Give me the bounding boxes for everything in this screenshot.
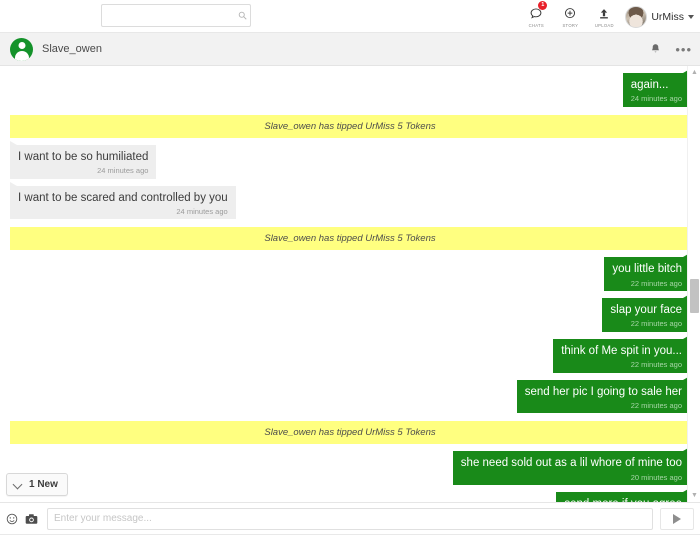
message-timestamp: 24 minutes ago [176,206,228,216]
tip-notification: Slave_owen has tipped UrMiss 5 Tokens [10,421,690,445]
conversation-header-actions: ••• [650,33,692,66]
nav-chats[interactable]: 1 CHATS [519,0,553,33]
send-icon [673,513,681,524]
new-messages-button[interactable]: 1 New [6,473,68,496]
scroll-down-arrow[interactable]: ▼ [688,489,700,502]
scrollbar-thumb[interactable] [690,279,699,313]
message-list: again... 24 minutes ago Slave_owen has tip… [0,66,700,502]
message-text: she need sold out as a lil whore of mine… [460,457,682,470]
peer-name: Slave_owen [42,43,102,55]
nav-chats-label: CHATS [528,22,545,28]
message-row: I want to be scared and controlled by yo… [10,179,690,220]
message-text: you little bitch [612,263,682,276]
nav-story-label: STORY [562,22,579,28]
message-text: send her pic I going to sale her [524,385,682,398]
send-button[interactable] [660,507,694,530]
message-row: she need sold out as a lil whore of mine… [10,444,691,485]
story-plus-icon [563,6,577,22]
top-navigation-bar: 1 CHATS STORY UPLOAD UrMiss [0,0,700,33]
message-timestamp: 20 minutes ago [630,472,682,482]
tip-notification: Slave_owen has tipped UrMiss 5 Tokens [10,114,690,138]
message-text: I want to be scared and controlled by yo… [18,191,228,204]
message-row: send her pic I going to sale her 22 minut… [10,373,691,414]
user-menu[interactable]: UrMiss [625,5,694,28]
message-row: think of Me spit in you... 22 minutes ago [10,332,690,373]
tip-notification: Slave_owen has tipped UrMiss 5 Tokens [10,227,690,251]
message-row: send more if you agree20 minutes ago [10,485,690,502]
search-icon[interactable] [234,11,250,20]
message-list-scrollbar[interactable]: ▲ ▼ [687,66,700,502]
search-input[interactable] [106,5,234,26]
nav-story[interactable]: STORY [553,0,587,33]
message-timestamp: 24 minutes ago [630,94,682,104]
message-timestamp: 22 minutes ago [630,360,682,370]
outgoing-message-bubble[interactable]: you little bitch 22 minutes ago [604,253,690,291]
outgoing-message-bubble[interactable]: again... 24 minutes ago [622,69,691,107]
message-timestamp: 22 minutes ago [630,400,682,410]
outgoing-message-bubble[interactable]: send her pic I going to sale her 22 minut… [516,375,691,414]
camera-icon[interactable] [25,513,38,525]
message-text: I want to be so humiliated [18,150,149,163]
message-composer [0,502,700,534]
message-row: again... 24 minutes ago [10,66,691,107]
user-name: UrMiss [651,10,684,23]
messages-container: again... 24 minutes ago Slave_owen has tip… [10,66,691,502]
message-row: you little bitch 22 minutes ago [10,250,690,291]
bell-icon[interactable] [650,43,661,57]
incoming-message-bubble[interactable]: I want to be so humiliated 24 minutes ago [10,140,157,179]
message-row: slap your face 22 minutes ago [10,291,690,332]
message-timestamp: 22 minutes ago [630,278,682,288]
outgoing-message-bubble[interactable]: she need sold out as a lil whore of mine… [452,447,691,485]
peer-avatar [10,37,33,61]
outgoing-message-bubble[interactable]: think of Me spit in you... 22 minutes ago [553,334,690,373]
avatar [625,5,648,28]
more-options-icon[interactable]: ••• [675,43,692,56]
conversation-header: Slave_owen ••• [0,33,700,66]
emoji-smiley-icon[interactable] [6,513,18,525]
message-timestamp: 22 minutes ago [630,319,682,329]
message-input[interactable] [47,507,653,530]
chevron-down-icon [14,480,23,489]
upload-arrow-icon [597,6,611,22]
outgoing-message-bubble[interactable]: send more if you agree20 minutes ago [556,488,690,502]
message-text: again... [630,79,669,91]
chats-badge: 1 [538,1,548,10]
new-messages-label: 1 New [29,479,58,490]
message-text: think of Me spit in you... [561,344,682,357]
message-row: I want to be so humiliated 24 minutes ago [10,138,690,179]
search-box[interactable] [101,4,251,27]
incoming-message-bubble[interactable]: I want to be scared and controlled by yo… [10,181,236,220]
nav-upload[interactable]: UPLOAD [587,0,621,33]
scroll-up-arrow[interactable]: ▲ [688,66,700,79]
message-text: slap your face [610,304,682,316]
top-right-actions: 1 CHATS STORY UPLOAD UrMiss [519,0,694,33]
message-timestamp: 24 minutes ago [97,166,149,176]
outgoing-message-bubble[interactable]: slap your face 22 minutes ago [602,294,690,332]
nav-upload-label: UPLOAD [594,22,614,28]
chevron-down-icon[interactable] [688,14,694,19]
